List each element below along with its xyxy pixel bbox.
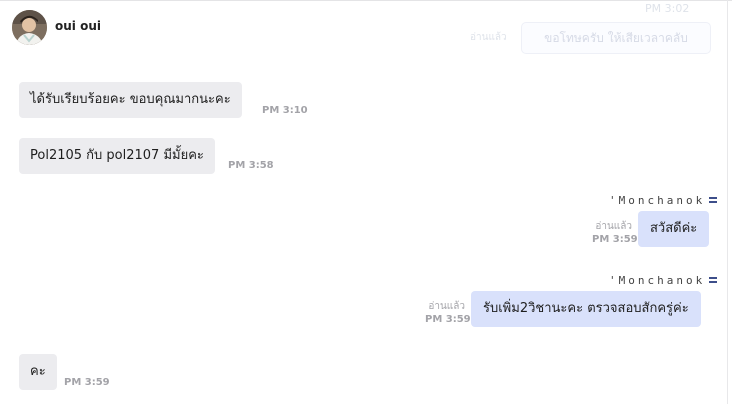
message-bubble-outgoing[interactable]: สวัสดีค่ะ [638, 211, 710, 247]
sender-name: 'Monchanok [609, 274, 706, 287]
message-bubble-outgoing[interactable]: รับเพิ่ม2วิชานะคะ ตรวจสอบสักครู่ค่ะ [471, 291, 701, 327]
ghost-time: PM 3:02 [645, 2, 690, 15]
scrollbar-track[interactable] [727, 0, 728, 404]
message-bubble-incoming[interactable]: ได้รับเรียบร้อยคะ ขอบคุณมากนะคะ [19, 82, 242, 118]
contact-name[interactable]: oui oui [55, 19, 101, 33]
message-bubble-incoming[interactable]: คะ [19, 354, 57, 390]
message-time: PM 3:59 [64, 377, 110, 388]
message-bubble-incoming[interactable]: Pol2105 กับ pol2107 มีมั้ยคะ [19, 138, 215, 174]
contact-avatar[interactable] [12, 10, 47, 45]
sender-name: 'Monchanok [609, 194, 706, 207]
menu-icon[interactable] [709, 197, 717, 205]
message-time: PM 3:59 [425, 314, 471, 325]
read-receipt: อ่านแล้ว [428, 301, 465, 312]
read-receipt: อ่านแล้ว [595, 221, 632, 232]
message-time: PM 3:58 [228, 160, 274, 171]
message-time: PM 3:10 [262, 105, 308, 116]
ghost-message-bubble: ขอโทษครับ ให้เสียเวลาคลับ [521, 22, 711, 54]
menu-icon[interactable] [709, 277, 717, 285]
ghost-read: อ่านแล้ว [470, 32, 507, 43]
message-time: PM 3:59 [592, 234, 638, 245]
